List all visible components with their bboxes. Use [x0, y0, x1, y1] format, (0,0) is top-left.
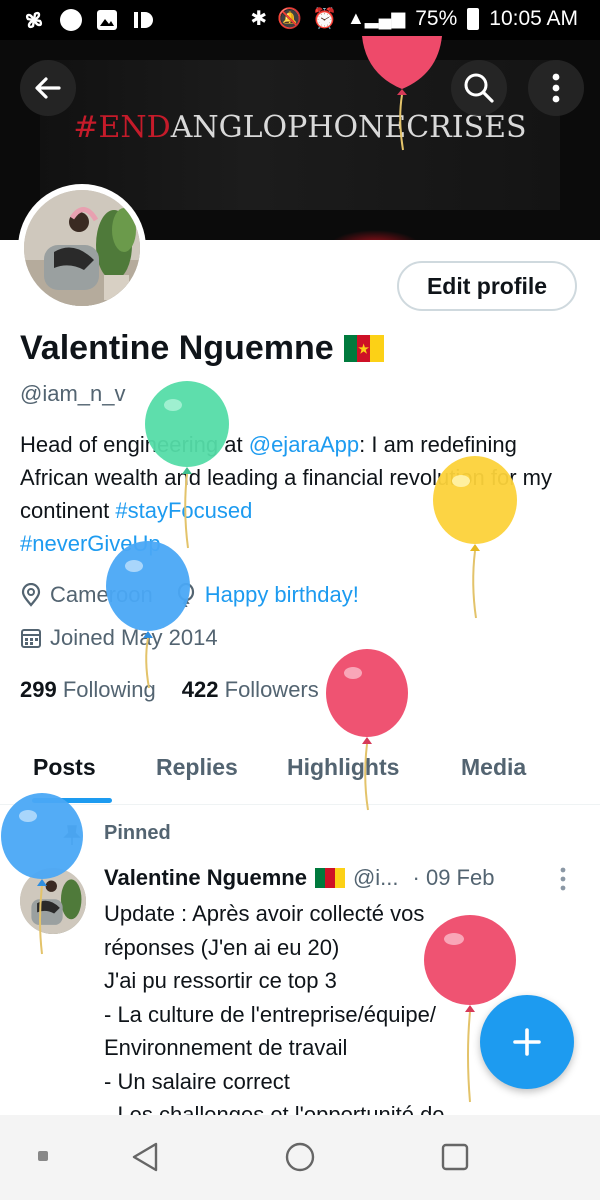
- nav-home-icon[interactable]: [284, 1141, 316, 1173]
- following-count: 299: [20, 677, 57, 702]
- banner-glow: [330, 230, 420, 240]
- following-link[interactable]: 299 Following: [20, 677, 156, 703]
- joined-row: Joined May 2014: [20, 625, 218, 651]
- post-author-avatar[interactable]: [20, 868, 86, 934]
- search-button[interactable]: [451, 60, 507, 116]
- bluetooth-icon: ✱: [250, 8, 268, 30]
- bio-hashtag-link[interactable]: #stayFocused: [115, 498, 252, 523]
- id-icon: [134, 12, 153, 28]
- nav-recents-icon[interactable]: [440, 1142, 470, 1172]
- profile-bio: Head of engineering at @ejaraApp: I am r…: [20, 428, 580, 560]
- alarm-icon: ⏰: [312, 8, 337, 30]
- notification-icons: [22, 8, 154, 32]
- more-button[interactable]: [528, 60, 584, 116]
- tab-replies[interactable]: Replies: [156, 754, 238, 781]
- post-more-icon[interactable]: [558, 866, 568, 892]
- post-header: Valentine Nguemne @i... · 09 Feb: [104, 865, 494, 891]
- post-author-name[interactable]: Valentine Nguemne: [104, 865, 307, 891]
- birthday-link[interactable]: Happy birthday!: [205, 582, 359, 608]
- cameroon-flag-icon: ★: [343, 335, 384, 362]
- post-date: · 09 Feb: [412, 865, 495, 890]
- fan-icon: [25, 11, 43, 29]
- active-tab-indicator: [32, 798, 112, 803]
- post-author-handle: @i...: [352, 865, 399, 890]
- joined-date: Joined May 2014: [50, 625, 218, 650]
- banner-text-red: #END: [73, 110, 171, 145]
- display-name: Valentine Nguemne: [20, 329, 334, 367]
- image-icon: [97, 10, 117, 30]
- bio-mention-link[interactable]: @ejaraApp: [249, 432, 359, 457]
- followers-link[interactable]: 422 Followers: [182, 677, 319, 703]
- circle-icon: [60, 9, 82, 31]
- bio-hashtag-link-2[interactable]: #neverGiveUp: [20, 531, 161, 556]
- signal-icon: ▲▂▄▆: [346, 8, 406, 28]
- back-arrow-icon: [35, 77, 61, 99]
- status-bar: ✱ 🔕 ⏰ ▲▂▄▆ 75% 10:05 AM: [0, 0, 600, 40]
- profile-meta-row: Cameroon Happy birthday!: [20, 582, 359, 608]
- tab-highlights[interactable]: Highlights: [287, 754, 399, 781]
- avatar-photo: [24, 190, 140, 306]
- battery-icon: [467, 7, 480, 30]
- edit-profile-button[interactable]: Edit profile: [397, 261, 577, 311]
- calendar-icon: [21, 629, 41, 648]
- nav-dot-icon: [38, 1151, 48, 1161]
- banner-text: #ENDANGLOPHONECRISES: [0, 110, 600, 145]
- profile-avatar[interactable]: [18, 184, 146, 312]
- balloon-icon: [177, 583, 194, 607]
- search-icon: [464, 73, 494, 103]
- location-pin-icon: [21, 583, 41, 607]
- nav-back-icon[interactable]: [130, 1141, 160, 1173]
- bio-text-1: Head of engineering at: [20, 432, 249, 457]
- pin-icon: [63, 825, 81, 845]
- following-label: Following: [62, 677, 156, 702]
- followers-label: Followers: [224, 677, 319, 702]
- compose-plus-icon: [513, 1028, 541, 1056]
- android-nav-bar: [0, 1115, 600, 1200]
- followers-count: 422: [181, 677, 219, 702]
- balloon-blue-icon: [106, 541, 190, 689]
- clock: 10:05 AM: [489, 6, 578, 30]
- profile-tabs: Posts Replies Highlights Media: [0, 742, 600, 805]
- mute-icon: 🔕: [277, 8, 303, 30]
- system-icons: ✱ 🔕 ⏰ ▲▂▄▆ 75% 10:05 AM: [250, 6, 578, 31]
- compose-button[interactable]: [480, 995, 574, 1089]
- pinned-label: Pinned: [104, 822, 171, 844]
- tab-posts[interactable]: Posts: [33, 754, 96, 781]
- profile-name: Valentine Nguemne ★: [20, 329, 384, 368]
- profile-handle: @iam_n_v: [20, 381, 126, 406]
- back-button[interactable]: [20, 60, 76, 116]
- tab-media[interactable]: Media: [461, 754, 526, 781]
- more-vertical-icon: [552, 73, 560, 103]
- profile-location: Cameroon: [50, 582, 153, 607]
- cameroon-flag-icon: [314, 868, 345, 888]
- follow-stats: 299 Following 422 Followers: [20, 677, 319, 703]
- battery-percent: 75%: [415, 6, 458, 30]
